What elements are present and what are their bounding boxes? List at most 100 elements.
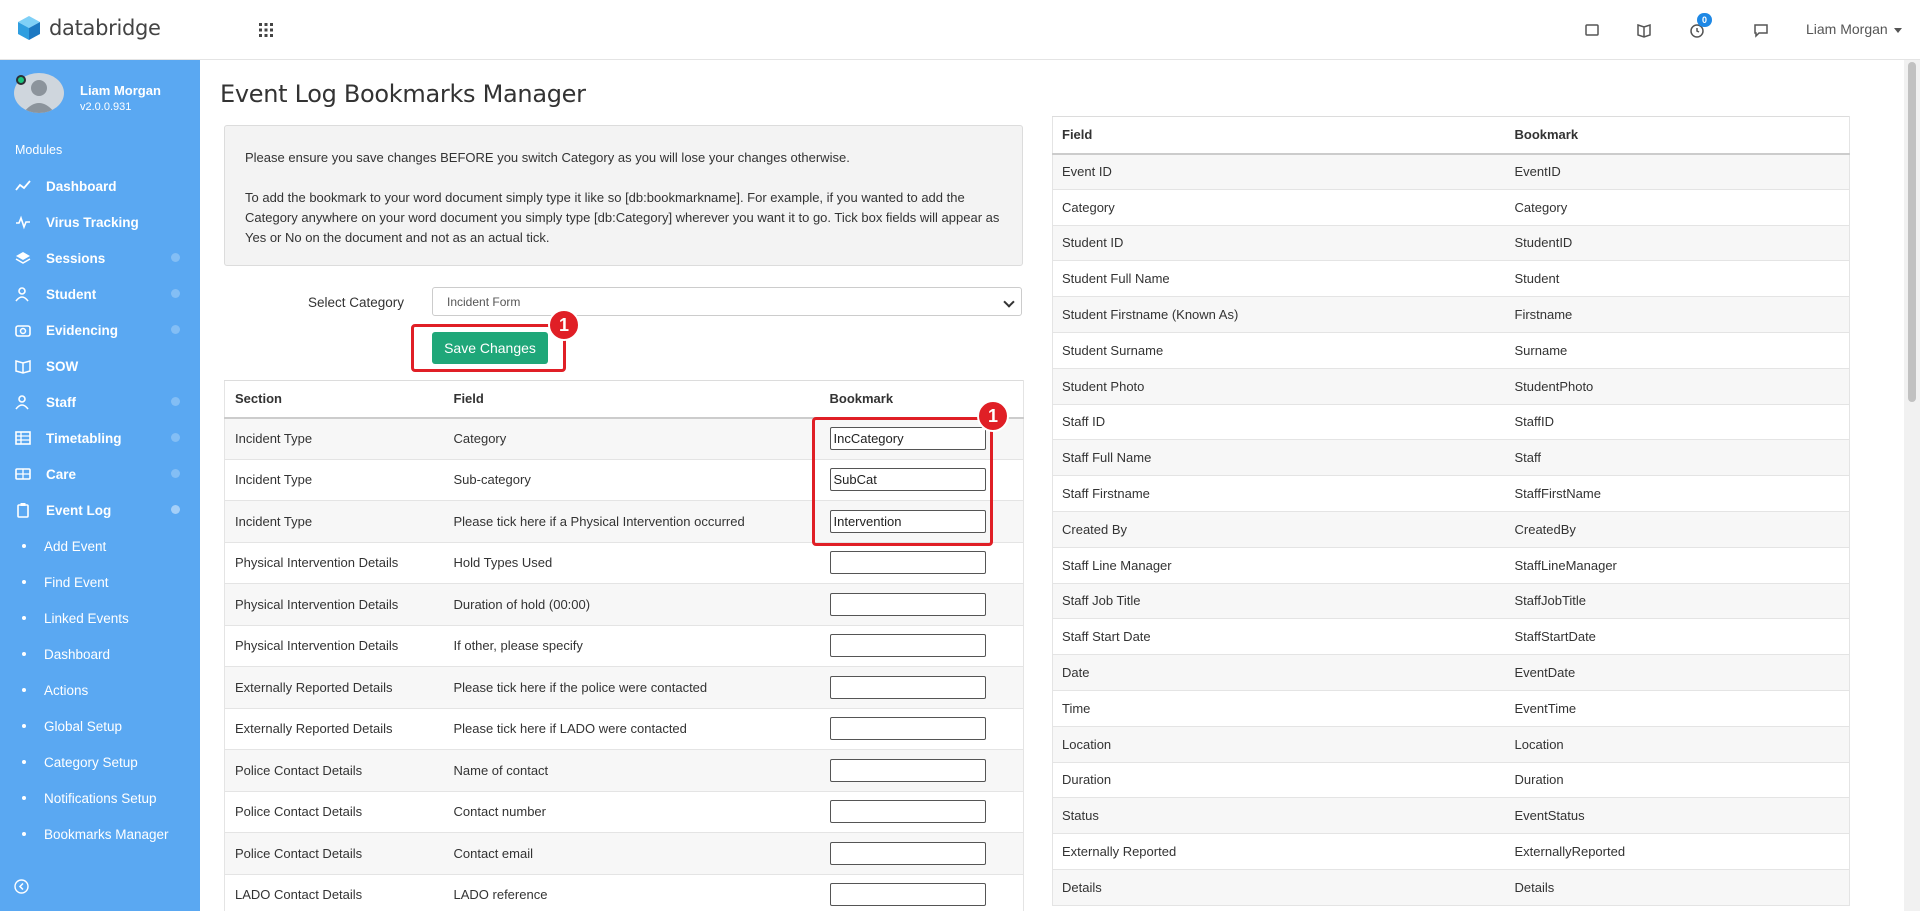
apps-grid-icon[interactable]: [258, 22, 274, 38]
bookmark-input[interactable]: [829, 592, 986, 616]
section-cell: LADO Contact Details: [224, 874, 444, 911]
section-cell: Police Contact Details: [224, 749, 444, 792]
sidebar-subitem-label: Add Event: [44, 538, 107, 554]
sidebar-subitem-actions[interactable]: Actions: [0, 672, 200, 708]
bookmark-cell: [819, 791, 1024, 833]
bookmark-input[interactable]: [829, 634, 986, 658]
bookmark-name-cell: Student: [1505, 260, 1850, 298]
field-name-cell: Staff Job Title: [1052, 583, 1506, 620]
table-row: Location Location: [1052, 726, 1850, 763]
page-title: Event Log Bookmarks Manager: [220, 80, 586, 108]
bookmark-input[interactable]: [829, 883, 986, 907]
bookmark-cell: [819, 832, 1024, 875]
bookmark-input[interactable]: [829, 841, 986, 865]
bullet-icon: [22, 544, 26, 548]
table-row: Student Firstname (Known As) Firstname: [1052, 296, 1850, 333]
sidebar-item-label: Dashboard: [46, 178, 117, 194]
bookmark-name-cell: StudentPhoto: [1505, 368, 1850, 405]
book-icon[interactable]: [1634, 20, 1654, 40]
sidebar-item-timetabling[interactable]: Timetabling: [0, 420, 200, 456]
table-row: LADO Contact Details LADO reference: [224, 874, 1024, 911]
bookmark-name-cell: EventTime: [1505, 690, 1850, 727]
sidebar-subitem-global-setup[interactable]: Global Setup: [0, 708, 200, 744]
sidebar-item-label: Staff: [46, 394, 76, 410]
field-cell: Name of contact: [443, 749, 820, 792]
sidebar-item-care[interactable]: Care: [0, 456, 200, 492]
table-row: Staff Job Title StaffJobTitle: [1052, 583, 1850, 620]
sidebar-item-dashboard[interactable]: Dashboard: [0, 168, 200, 204]
field-name-cell: Location: [1052, 726, 1506, 763]
sidebar-item-virus-tracking[interactable]: Virus Tracking: [0, 204, 200, 240]
sidebar-item-student[interactable]: Student: [0, 276, 200, 312]
bookmark-input[interactable]: [829, 717, 986, 741]
sidebar-item-event-log[interactable]: Event Log: [0, 492, 200, 528]
bullet-icon: [22, 796, 26, 800]
sidebar-subitem-find-event[interactable]: Find Event: [0, 564, 200, 600]
table-row: Created By CreatedBy: [1052, 511, 1850, 548]
column-header-field: Field: [1052, 116, 1506, 155]
sidebar-item-sow[interactable]: SOW: [0, 348, 200, 384]
sidebar-item-staff[interactable]: Staff: [0, 384, 200, 420]
bookmark-input[interactable]: [829, 675, 986, 699]
annotation-badge: 1: [548, 309, 580, 341]
table-header-row: Section Field Bookmark: [224, 380, 1024, 419]
bullet-icon: [22, 688, 26, 692]
notification-badge: 0: [1697, 13, 1712, 27]
bookmark-input[interactable]: [829, 551, 986, 575]
table-row: Staff Full Name Staff: [1052, 439, 1850, 477]
category-select[interactable]: Incident Form: [432, 287, 1022, 316]
sidebar-subitem-notifications-setup[interactable]: Notifications Setup: [0, 780, 200, 816]
standard-bookmarks-table: Field Bookmark Event ID EventID Category Ca…: [1052, 116, 1850, 906]
sidebar-item-label: Care: [46, 466, 77, 482]
expand-indicator-icon: [171, 289, 180, 298]
bullet-icon: [22, 760, 26, 764]
card-icon: [15, 468, 31, 480]
field-name-cell: Details: [1052, 869, 1506, 906]
bullet-icon: [22, 616, 26, 620]
bookmark-name-cell: Duration: [1505, 762, 1850, 799]
camera-icon: [15, 325, 31, 337]
field-name-cell: Staff Start Date: [1052, 618, 1506, 656]
annotation-highlight-save: [411, 324, 566, 372]
sidebar-subitem-category-setup[interactable]: Category Setup: [0, 744, 200, 780]
bookmark-input[interactable]: [829, 758, 986, 782]
window-icon[interactable]: [1582, 20, 1602, 40]
bookmark-name-cell: CreatedBy: [1505, 511, 1850, 548]
table-row: Date EventDate: [1052, 654, 1850, 691]
section-cell: Incident Type: [224, 500, 444, 543]
scrollbar-thumb[interactable]: [1908, 62, 1916, 402]
sidebar-item-sessions[interactable]: Sessions: [0, 240, 200, 276]
field-name-cell: Staff ID: [1052, 404, 1506, 441]
sidebar-subitem-bookmarks-manager[interactable]: Bookmarks Manager: [0, 816, 200, 852]
table-row: Student ID StudentID: [1052, 225, 1850, 262]
field-cell: LADO reference: [443, 874, 820, 911]
sidebar-item-label: Event Log: [46, 502, 112, 518]
staff-icon: [15, 395, 29, 410]
bookmark-name-cell: EventStatus: [1505, 797, 1850, 835]
expand-indicator-icon: [171, 469, 180, 478]
logo[interactable]: databridge: [18, 16, 161, 40]
field-name-cell: Staff Full Name: [1052, 439, 1506, 477]
table-row: Event ID EventID: [1052, 153, 1850, 190]
table-row: Externally Reported ExternallyReported: [1052, 833, 1850, 870]
page-scrollbar[interactable]: [1904, 60, 1920, 911]
sidebar-item-evidencing[interactable]: Evidencing: [0, 312, 200, 348]
chevron-down-icon: [1003, 296, 1015, 308]
section-cell: Physical Intervention Details: [224, 583, 444, 626]
collapse-sidebar-icon[interactable]: [14, 879, 29, 894]
field-cell: Duration of hold (00:00): [443, 583, 820, 626]
column-header-section: Section: [224, 380, 444, 419]
pulse-icon: [16, 215, 30, 230]
sidebar-subitem-add-event[interactable]: Add Event: [0, 528, 200, 564]
expand-indicator-icon: [171, 253, 180, 262]
bookmark-input[interactable]: [829, 800, 986, 824]
expand-indicator-icon: [171, 433, 180, 442]
chat-icon[interactable]: [1751, 20, 1771, 40]
table-row: Staff Line Manager StaffLineManager: [1052, 547, 1850, 584]
sidebar-subitem-linked-events[interactable]: Linked Events: [0, 600, 200, 636]
sidebar-subitem-dashboard[interactable]: Dashboard: [0, 636, 200, 672]
table-row: Physical Intervention Details Duration of…: [224, 583, 1024, 626]
field-name-cell: Student ID: [1052, 225, 1506, 262]
user-menu[interactable]: Liam Morgan: [1806, 21, 1902, 37]
field-name-cell: Staff Line Manager: [1052, 547, 1506, 584]
